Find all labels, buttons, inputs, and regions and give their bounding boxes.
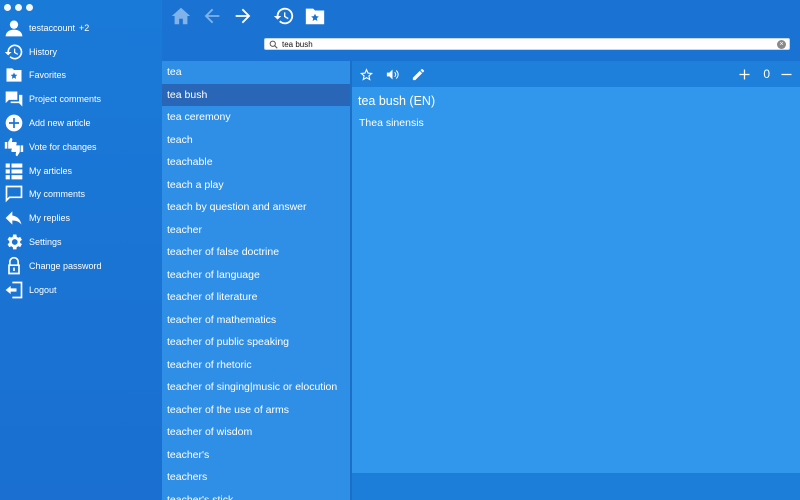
article-headword: tea bush (EN) [358,94,436,108]
reply-icon [4,208,24,228]
sidebar-item-label: My replies [29,213,71,224]
word-list-item[interactable]: teachable [162,151,351,174]
sidebar-menu: testaccount +2 History Favorites Project … [0,16,162,302]
window-controls [4,4,33,11]
word-list-item-selected[interactable]: tea bush [162,83,351,106]
favorites-folder-icon [305,8,325,25]
user-badge: +2 [79,22,90,33]
word-list-item[interactable]: teach a play [162,174,351,197]
sidebar-item-logout[interactable]: Logout [0,278,162,302]
sidebar-item-my-comments[interactable]: My comments [0,183,162,207]
user-name: testaccount [29,22,76,33]
minus-icon [781,73,791,75]
sidebar-item-vote-for-changes[interactable]: Vote for changes [0,135,162,159]
sidebar-item-history[interactable]: History [0,40,162,64]
gear-icon [4,232,24,252]
home-button[interactable] [170,5,192,27]
back-button[interactable] [201,5,223,27]
plus-icon [739,69,749,79]
search-input[interactable] [282,39,777,49]
lock-icon [4,256,24,276]
home-icon [171,7,191,25]
sidebar-item-add-new-article[interactable]: Add new article [0,111,162,135]
word-list-item[interactable]: teacher of language [162,264,351,287]
favorites-folder-icon [4,65,24,85]
forward-button[interactable] [232,5,254,27]
sidebar: testaccount +2 History Favorites Project … [0,0,162,500]
sidebar-item-label: Logout [29,284,57,295]
word-list-item[interactable]: teacher of rhetoric [162,354,351,377]
article-footer [352,473,800,500]
sidebar-item-label: My articles [29,165,73,176]
word-list-item[interactable]: teacher of literature [162,286,351,309]
zoom-in-button[interactable] [736,66,752,82]
favorites-button[interactable] [304,5,326,27]
sidebar-item-label: Vote for changes [29,141,97,152]
user-icon [4,18,24,38]
history-button[interactable] [273,5,295,27]
back-arrow-icon [204,8,220,24]
search-bar: × [264,38,790,50]
star-outline-icon [359,67,373,81]
history-icon [4,42,24,62]
sidebar-item-label: My comments [29,189,86,200]
word-list-item[interactable]: teach by question and answer [162,196,351,219]
forward-arrow-icon [235,8,251,24]
word-list-item[interactable]: teacher of singing|music or elocution [162,376,351,399]
comments-icon [4,89,24,109]
zoom-out-button[interactable] [778,66,794,82]
word-list: tea tea bush tea ceremony teach teachabl… [162,61,351,500]
list-icon [4,161,24,181]
close-window-button[interactable] [4,4,11,11]
logout-icon [4,280,24,300]
sidebar-item-label: Add new article [29,118,91,129]
word-list-item[interactable]: tea [162,61,351,84]
sidebar-item-project-comments[interactable]: Project comments [0,87,162,111]
sidebar-item-label: Project comments [29,94,102,105]
clear-search-button[interactable]: × [777,39,786,49]
article-panel: tea bush (EN) Thea sinensis [352,87,800,473]
word-list-item[interactable]: teacher of wisdom [162,421,351,444]
sidebar-item-label: Settings [29,237,62,248]
sidebar-item-favorites[interactable]: Favorites [0,64,162,88]
minimize-window-button[interactable] [15,4,22,11]
word-list-item[interactable]: teacher of the use of arms [162,399,351,422]
top-toolbar: × [162,0,800,61]
word-list-item[interactable]: teacher's [162,444,351,467]
sidebar-item-label: History [29,46,58,57]
word-list-item[interactable]: teacher of false doctrine [162,241,351,264]
sidebar-item-change-password[interactable]: Change password [0,254,162,278]
add-circle-icon [4,113,24,133]
word-list-item[interactable]: teach [162,129,351,152]
zoom-window-button[interactable] [26,4,33,11]
word-list-item[interactable]: teacher of public speaking [162,331,351,354]
article-toolbar: 0 [352,61,800,87]
word-list-item[interactable]: tea ceremony [162,106,351,129]
sidebar-item-settings[interactable]: Settings [0,230,162,254]
sidebar-item-my-replies[interactable]: My replies [0,206,162,230]
article-definition: Thea sinensis [359,117,424,129]
word-list-item[interactable]: teachers [162,466,351,489]
thumbs-icon [4,137,24,157]
speaker-icon [386,69,399,79]
word-list-item[interactable]: teacher of mathematics [162,309,351,332]
word-list-item[interactable]: teacher's stick [162,489,351,500]
sidebar-item-my-articles[interactable]: My articles [0,159,162,183]
word-list-item[interactable]: teacher [162,219,351,242]
zoom-counter: 0 [763,67,770,81]
sidebar-item-label: Favorites [29,70,67,81]
sidebar-item-label: Change password [29,260,102,271]
favorite-star-button[interactable] [358,66,374,82]
history-icon [273,7,294,25]
pronounce-button[interactable] [384,66,400,82]
pencil-icon [412,68,424,80]
sidebar-user[interactable]: testaccount +2 [0,16,162,40]
search-icon [269,39,279,49]
edit-button[interactable] [410,66,426,82]
comment-icon [4,184,24,204]
